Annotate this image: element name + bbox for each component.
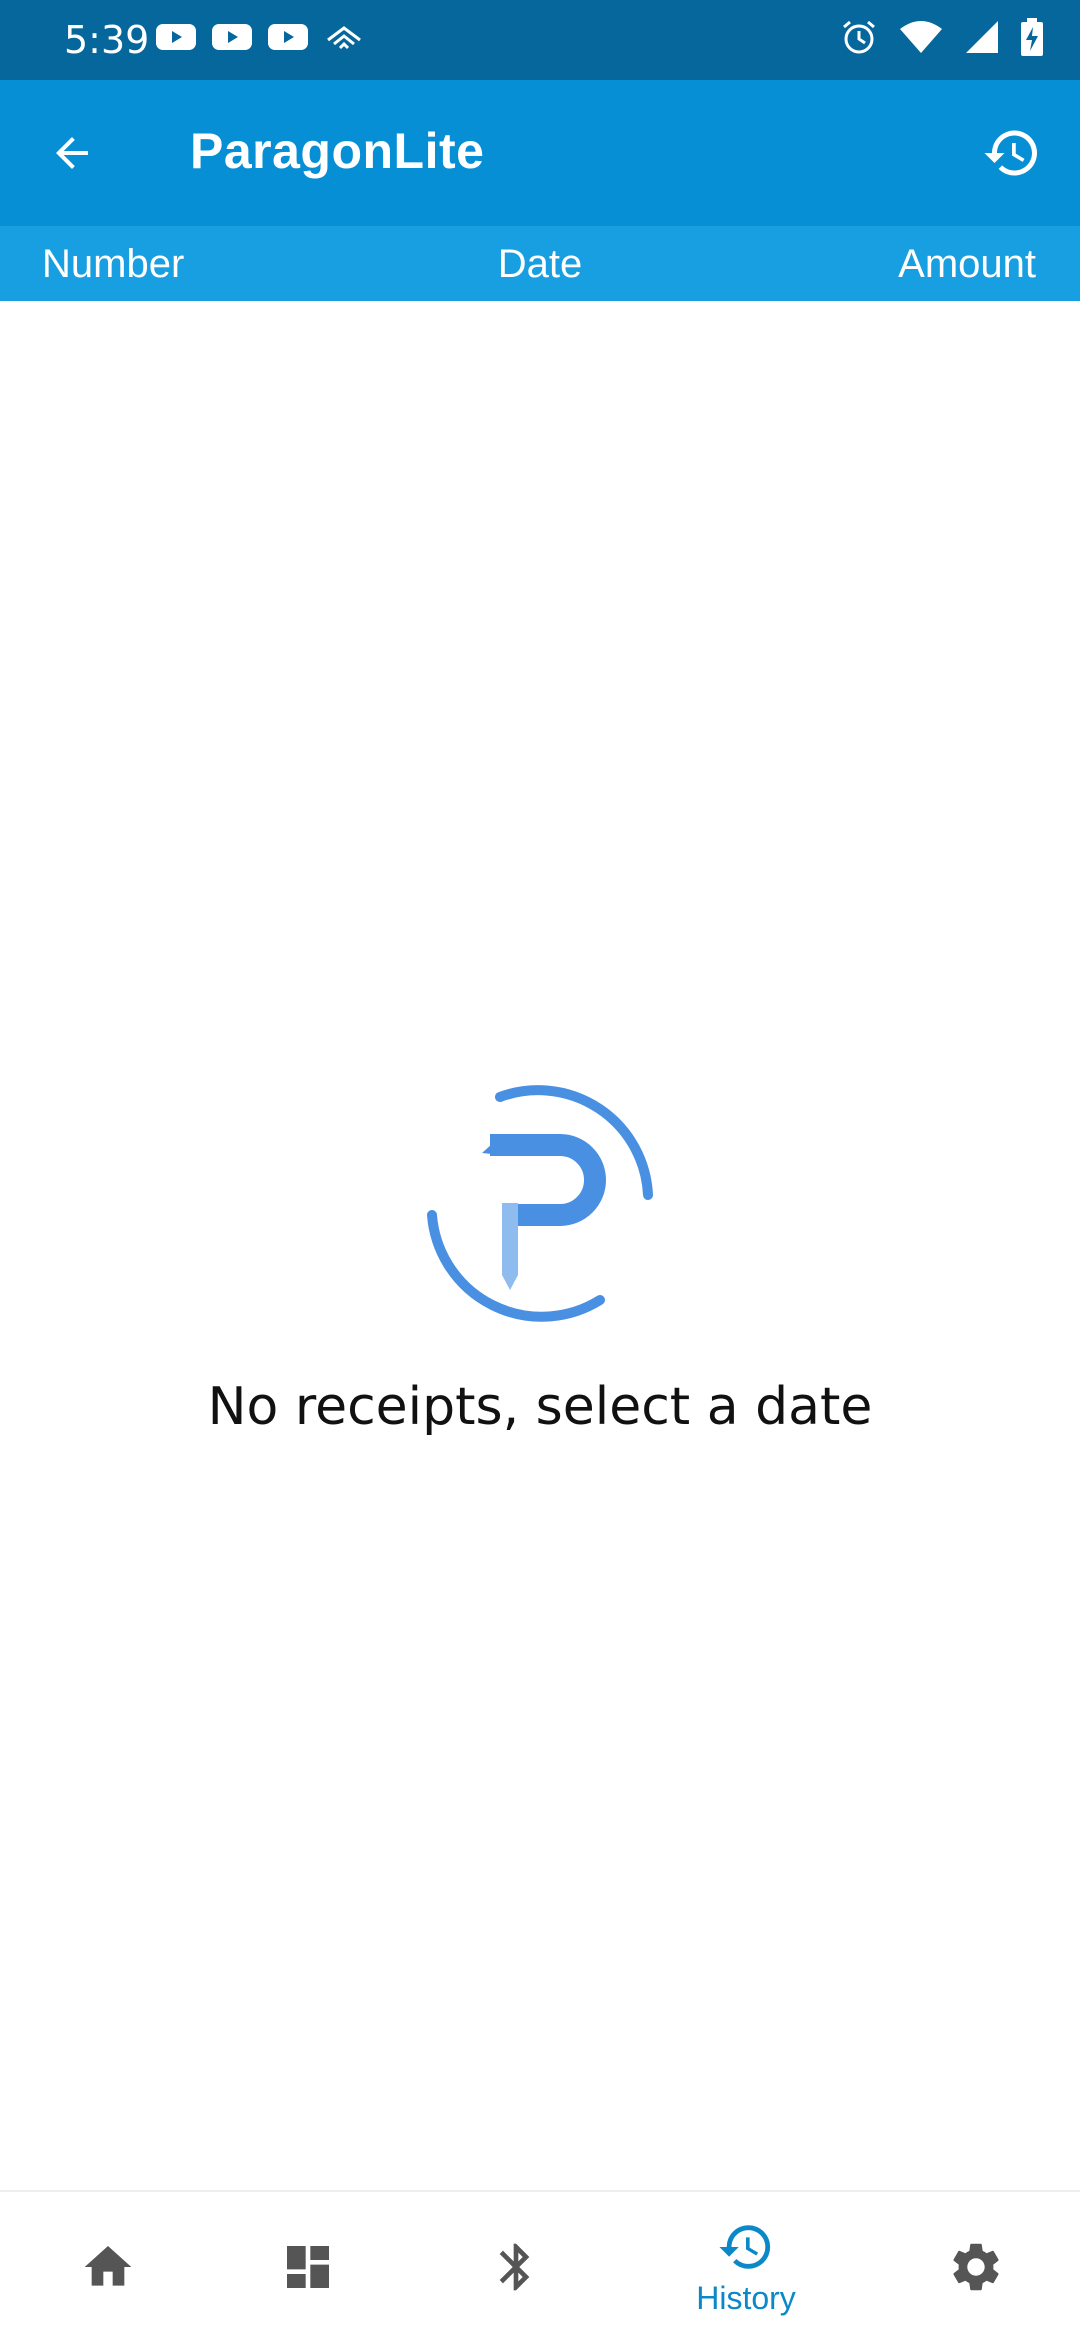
system-icons [840, 18, 1044, 56]
home-icon [80, 2239, 136, 2295]
arrow-back-icon [48, 129, 96, 177]
battery-charging-icon [1020, 18, 1044, 56]
dashboard-icon [280, 2239, 336, 2295]
nav-history-label: History [696, 2279, 796, 2316]
nav-history[interactable]: History [638, 2192, 854, 2340]
status-bar: 5:39 [0, 0, 1080, 80]
history-icon [982, 123, 1042, 183]
youtube-icon [156, 22, 196, 52]
column-header: Number Date Amount [0, 226, 1080, 301]
cell-signal-icon [964, 19, 1000, 55]
bottom-nav: History [0, 2190, 1080, 2340]
wifi-icon [898, 19, 944, 55]
empty-state: No receipts, select a date [0, 1085, 1080, 1437]
nav-home[interactable] [0, 2192, 216, 2340]
history-action-button[interactable] [976, 117, 1048, 189]
status-time: 5:39 [64, 18, 150, 62]
app-title: ParagonLite [190, 123, 485, 179]
screen: 5:39 ParagonLite Number Date Amount No r… [0, 0, 1080, 2340]
paragon-logo-icon [420, 1085, 660, 1335]
youtube-icon [212, 22, 252, 52]
history-icon [717, 2218, 775, 2276]
column-amount[interactable]: Amount [898, 242, 1036, 287]
nav-bluetooth[interactable] [408, 2192, 624, 2340]
nav-settings[interactable] [868, 2192, 1080, 2340]
notification-icons [156, 22, 364, 52]
back-button[interactable] [36, 117, 108, 189]
app-bar: ParagonLite [0, 80, 1080, 226]
empty-message: No receipts, select a date [207, 1377, 873, 1437]
nav-dashboard[interactable] [200, 2192, 416, 2340]
youtube-icon [268, 22, 308, 52]
signal-app-icon [324, 22, 364, 52]
alarm-icon [840, 18, 878, 56]
bluetooth-icon [488, 2239, 544, 2295]
settings-icon [947, 2238, 1005, 2296]
